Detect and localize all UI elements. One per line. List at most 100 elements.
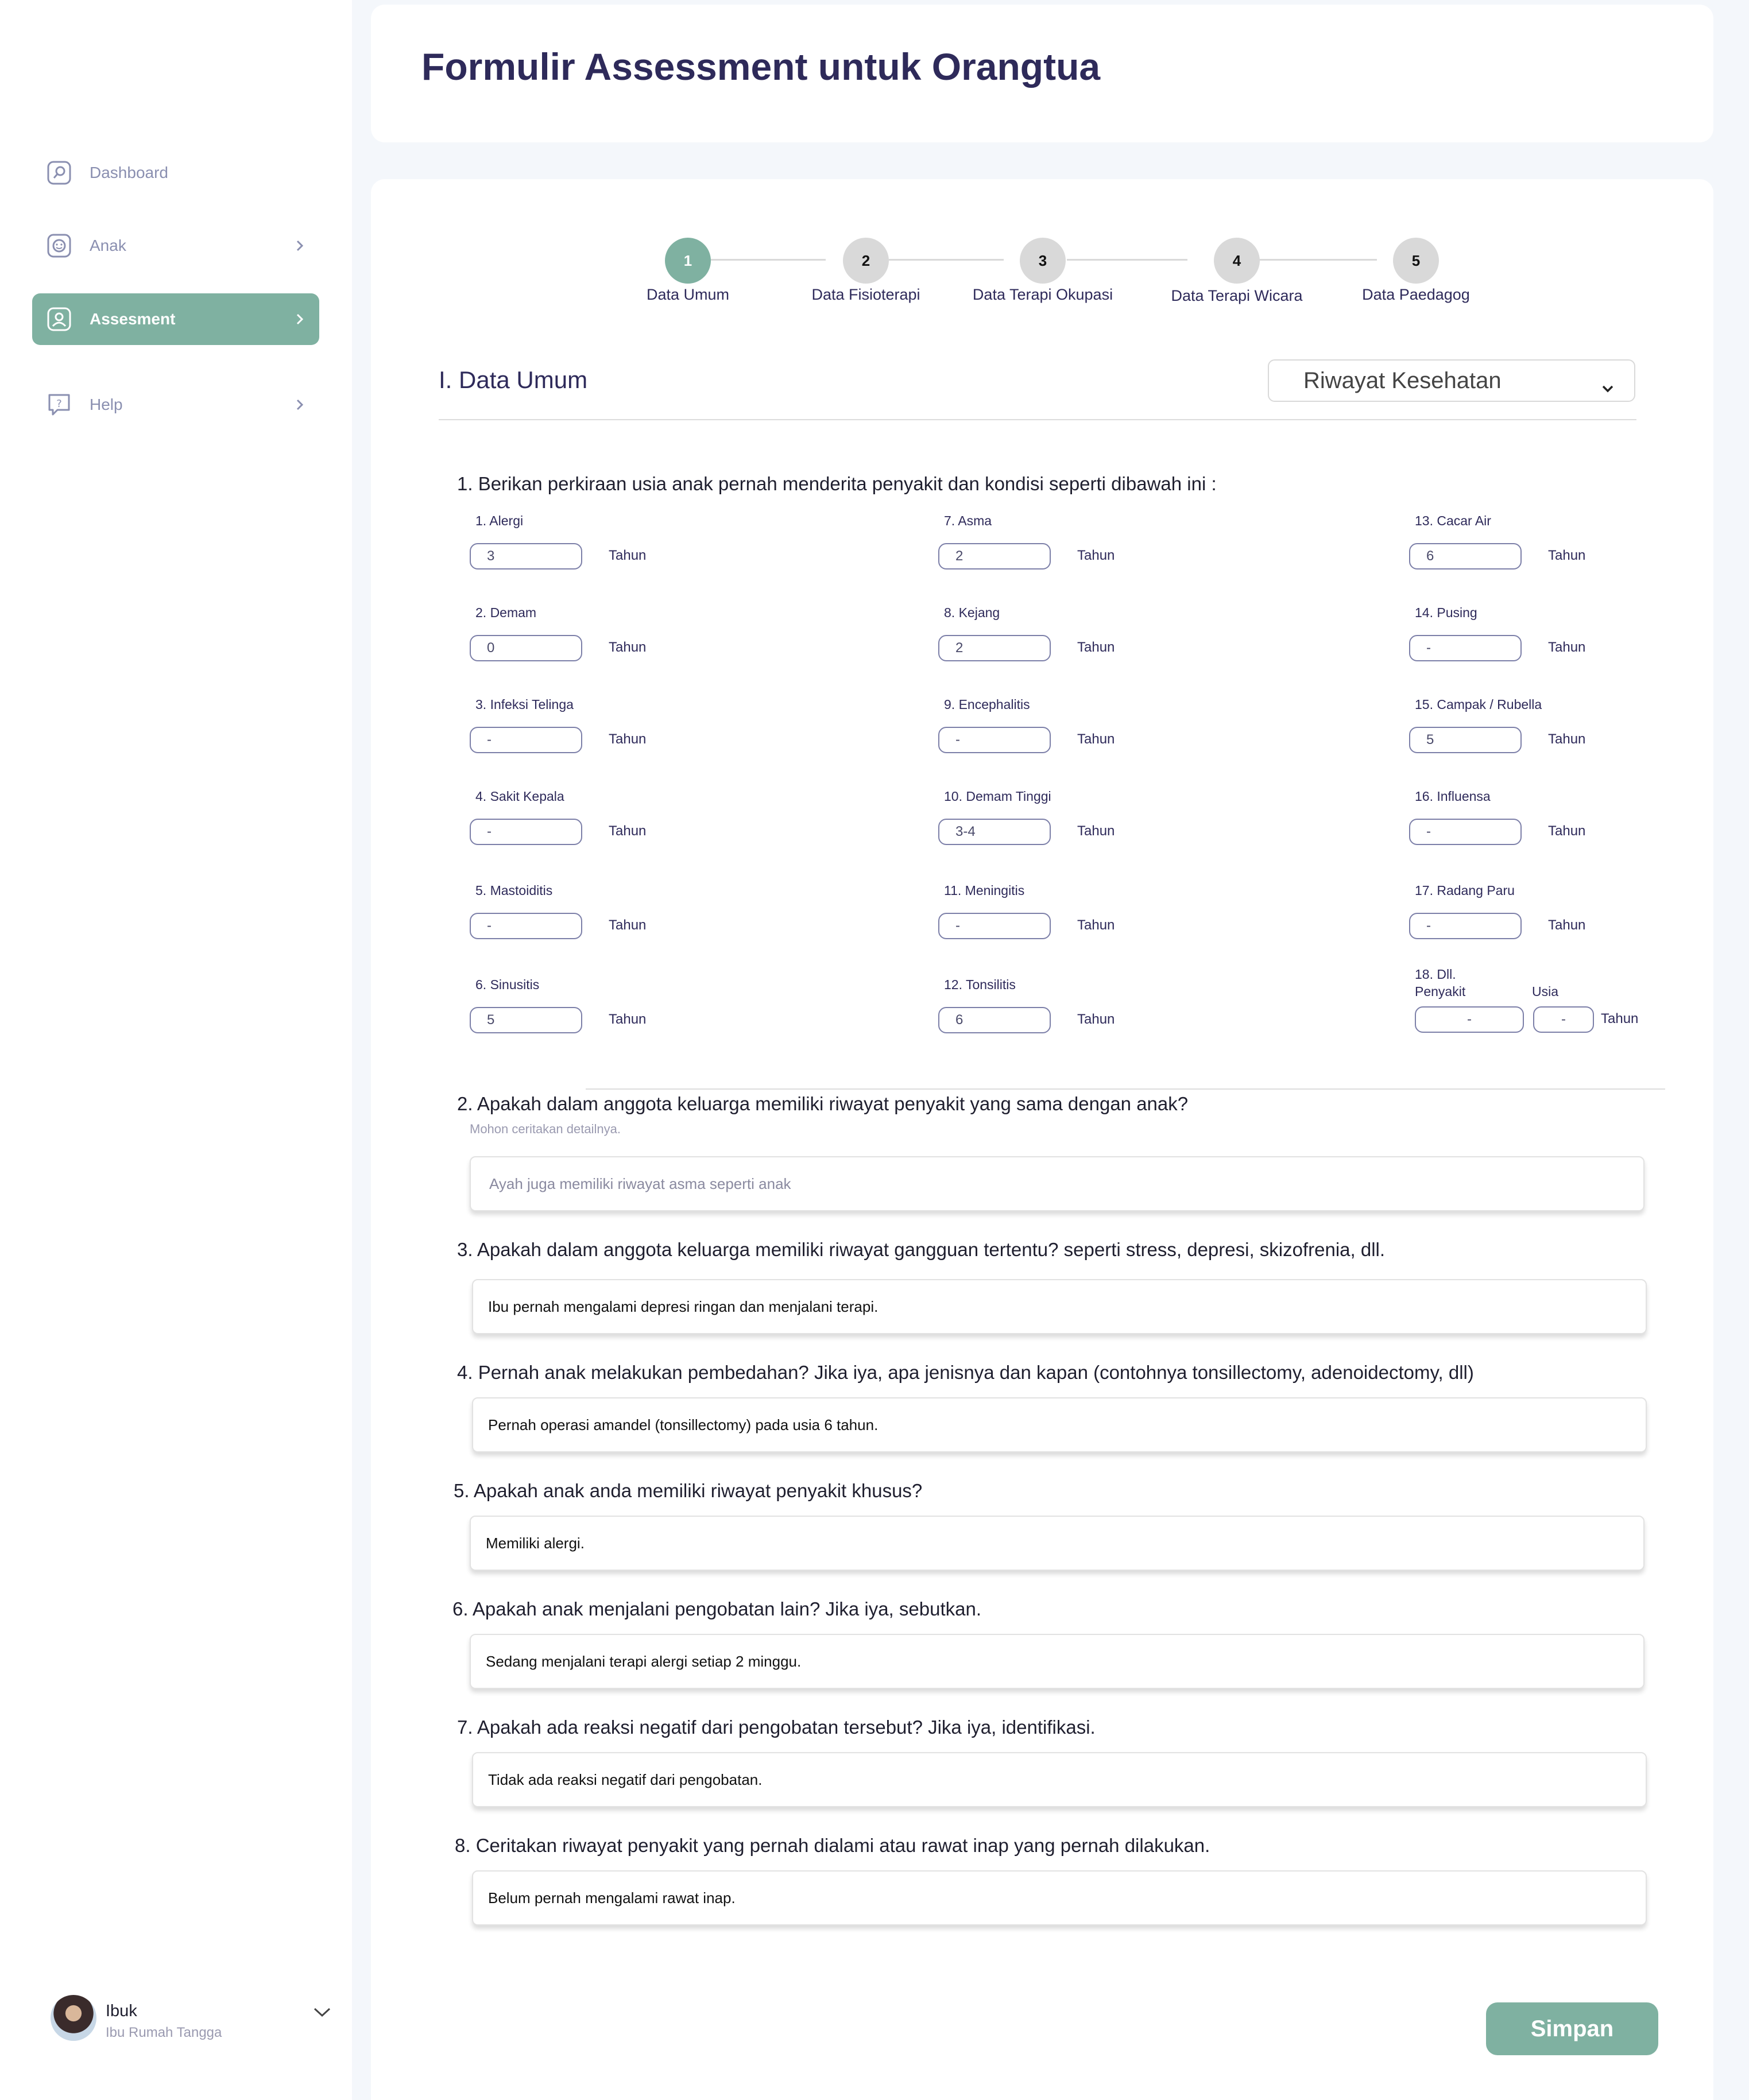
child-icon	[46, 233, 72, 259]
unit-label: Tahun	[1077, 1012, 1115, 1027]
disease-label: 6. Sinusitis	[475, 977, 540, 992]
question-4: 4. Pernah anak melakukan pembedahan? Jik…	[457, 1362, 1474, 1383]
dashboard-icon	[46, 160, 72, 186]
page-title: Formulir Assessment untuk Orangtua	[421, 45, 1101, 88]
disease-label: 3. Infeksi Telinga	[475, 697, 574, 712]
answer-7-input[interactable]: Tidak ada reaksi negatif dari pengobatan…	[472, 1752, 1647, 1807]
unit-label: Tahun	[609, 1012, 647, 1027]
age-input[interactable]: -	[938, 727, 1051, 753]
unit-label: Tahun	[609, 731, 647, 747]
question-2-hint: Mohon ceritakan detailnya.	[470, 1122, 621, 1136]
form-card	[371, 179, 1713, 2100]
section-dropdown[interactable]: Riwayat Kesehatan	[1268, 359, 1635, 402]
disease-label: 2. Demam	[475, 605, 537, 620]
answer-2-input[interactable]: Ayah juga memiliki riwayat asma seperti …	[470, 1156, 1644, 1211]
step-5[interactable]: 5	[1393, 238, 1439, 284]
chevron-down-icon[interactable]	[312, 2005, 332, 2022]
disease-label: 10. Demam Tinggi	[944, 789, 1051, 804]
unit-label: Tahun	[1548, 823, 1586, 839]
age-input[interactable]: -	[470, 727, 582, 753]
age-input[interactable]: 6	[938, 1007, 1051, 1033]
step-1[interactable]: 1	[665, 238, 711, 284]
dropdown-value: Riwayat Kesehatan	[1303, 367, 1502, 393]
step-4[interactable]: 4	[1214, 238, 1260, 284]
unit-label: Tahun	[1548, 731, 1586, 747]
disease-label: 15. Campak / Rubella	[1415, 697, 1542, 712]
other-age-input[interactable]: -	[1533, 1006, 1594, 1033]
step-label: Data Terapi Okupasi	[972, 286, 1113, 303]
save-button[interactable]: Simpan	[1486, 2002, 1658, 2055]
sidebar-item-label: Dashboard	[90, 164, 168, 181]
disease-label: 16. Influensa	[1415, 789, 1491, 804]
chevron-right-icon	[294, 220, 305, 272]
age-input[interactable]: 6	[1409, 543, 1522, 569]
disease-label: 17. Radang Paru	[1415, 883, 1515, 898]
age-input[interactable]: 5	[1409, 727, 1522, 753]
age-input[interactable]: 2	[938, 635, 1051, 661]
age-input[interactable]: -	[470, 913, 582, 939]
age-input[interactable]: 5	[470, 1007, 582, 1033]
divider	[439, 419, 1636, 420]
unit-label: Tahun	[1548, 917, 1586, 933]
step-3[interactable]: 3	[1020, 238, 1066, 284]
disease-label: 5. Mastoiditis	[475, 883, 553, 898]
unit-label: Tahun	[1077, 731, 1115, 747]
disease-label: 13. Cacar Air	[1415, 513, 1491, 528]
question-7: 7. Apakah ada reaksi negatif dari pengob…	[457, 1717, 1096, 1738]
answer-8-input[interactable]: Belum pernah mengalami rawat inap.	[472, 1870, 1647, 1925]
unit-label: Tahun	[1077, 548, 1115, 563]
unit-label: Tahun	[609, 548, 647, 563]
user-profile[interactable]: Ibuk Ibu Rumah Tangga	[51, 1995, 332, 2047]
step-2[interactable]: 2	[843, 238, 889, 284]
avatar	[51, 1995, 96, 2041]
question-6: 6. Apakah anak menjalani pengobatan lain…	[452, 1598, 981, 1619]
other-disease-input[interactable]: -	[1415, 1006, 1524, 1033]
disease-label: 11. Meningitis	[944, 883, 1025, 898]
sidebar-item-label: Assesment	[90, 310, 176, 328]
question-1: 1. Berikan perkiraan usia anak pernah me…	[457, 473, 1217, 494]
age-input[interactable]: 3	[470, 543, 582, 569]
age-input[interactable]: -	[1409, 819, 1522, 845]
age-input[interactable]: 0	[470, 635, 582, 661]
disease-label: 14. Pusing	[1415, 605, 1477, 620]
chevron-down-icon	[1601, 374, 1615, 400]
sidebar-item-anak[interactable]: Anak	[32, 220, 319, 272]
answer-3-input[interactable]: Ibu pernah mengalami depresi ringan dan …	[472, 1279, 1647, 1334]
age-input[interactable]: -	[470, 819, 582, 845]
disease-label: 8. Kejang	[944, 605, 1000, 620]
age-input[interactable]: 2	[938, 543, 1051, 569]
step-connector	[1256, 259, 1377, 261]
sidebar-item-dashboard[interactable]: Dashboard	[32, 147, 319, 199]
age-input[interactable]: -	[938, 913, 1051, 939]
age-input[interactable]: -	[1409, 635, 1522, 661]
sidebar-item-assesment[interactable]: Assesment	[32, 293, 319, 345]
disease-label: 9. Encephalitis	[944, 697, 1030, 712]
disease-label: 12. Tonsilitis	[944, 977, 1016, 992]
disease-label: 1. Alergi	[475, 513, 524, 528]
unit-label: Tahun	[1601, 1011, 1639, 1026]
chevron-right-icon	[294, 379, 305, 431]
sidebar: Dashboard Anak Assesment ? Help Ibuk Ibu…	[0, 0, 352, 2100]
age-input[interactable]: -	[1409, 913, 1522, 939]
divider	[586, 1088, 1665, 1090]
answer-5-input[interactable]: Memiliki alergi.	[470, 1516, 1644, 1571]
unit-label: Tahun	[1077, 823, 1115, 839]
step-label: Data Terapi Wicara	[1171, 287, 1303, 304]
disease-label: 4. Sakit Kepala	[475, 789, 564, 804]
section-title: I. Data Umum	[439, 366, 588, 393]
step-connector	[711, 259, 826, 261]
user-name: Ibuk	[106, 2002, 137, 2020]
svg-text:?: ?	[56, 398, 62, 410]
answer-6-input[interactable]: Sedang menjalani terapi alergi setiap 2 …	[470, 1634, 1644, 1689]
unit-label: Tahun	[609, 640, 647, 655]
disease-label: 7. Asma	[944, 513, 992, 528]
unit-label: Tahun	[1077, 640, 1115, 655]
age-input[interactable]: 3-4	[938, 819, 1051, 845]
answer-4-input[interactable]: Pernah operasi amandel (tonsillectomy) p…	[472, 1397, 1647, 1452]
sidebar-item-help[interactable]: ? Help	[32, 379, 319, 431]
disease-label: 18. Dll.	[1415, 967, 1456, 982]
unit-label: Tahun	[1548, 640, 1586, 655]
unit-label: Tahun	[609, 917, 647, 933]
question-3: 3. Apakah dalam anggota keluarga memilik…	[457, 1239, 1386, 1260]
user-role: Ibu Rumah Tangga	[106, 2025, 222, 2040]
